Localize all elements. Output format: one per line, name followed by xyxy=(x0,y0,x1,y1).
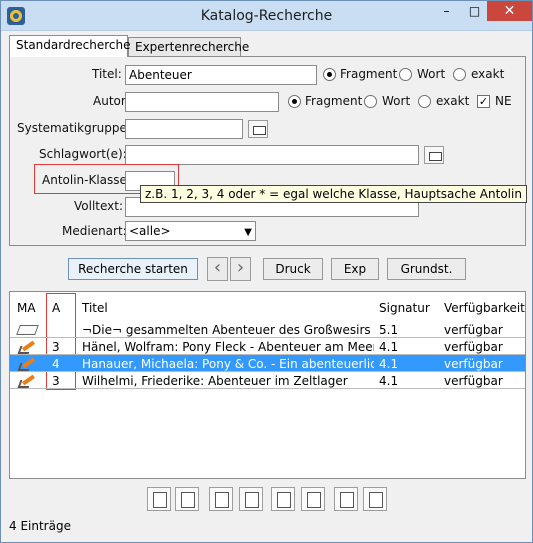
table-cell-title: Hänel, Wolfram: Pony Fleck - Abenteuer a… xyxy=(82,340,374,354)
table-cell-a: 3 xyxy=(52,374,60,388)
title-exact-label: exakt xyxy=(471,67,505,81)
table-row-selected[interactable]: 4 Hanauer, Michaela: Pony & Co. - Ein ab… xyxy=(10,355,525,372)
antolin-tooltip: z.B. 1, 2, 3, 4 oder * = egal welche Kla… xyxy=(140,185,527,203)
exit-icon-button[interactable] xyxy=(363,487,387,511)
table-cell-signature: 4.1 xyxy=(379,340,399,354)
entries-count: 4 Einträge xyxy=(9,519,71,533)
table-cell-signature: 4.1 xyxy=(379,374,399,388)
title-fragment-label: Fragment xyxy=(340,67,398,81)
author-word-label: Wort xyxy=(382,94,411,108)
new-document-icon-button[interactable] xyxy=(147,487,171,511)
table-row[interactable]: ¬Die¬ gesammelten Abenteuer des Großwesi… xyxy=(10,321,525,338)
table-cell-a: 4 xyxy=(52,357,60,371)
author-exact-label: exakt xyxy=(436,94,470,108)
media-select[interactable]: <alle> ▼ xyxy=(125,221,256,241)
tab-expert-search[interactable]: Expertenrecherche xyxy=(128,37,249,56)
table-cell-availability: verfügbar xyxy=(444,374,503,388)
catalog-window: Katalog-Recherche – □ ✕ Standardrecherch… xyxy=(0,0,533,543)
tab-standard-search[interactable]: Standardrecherche xyxy=(9,35,131,57)
media-label: Medienart: xyxy=(62,224,127,238)
keyword-folder-icon[interactable] xyxy=(424,146,444,164)
chevron-down-icon: ▼ xyxy=(244,227,252,238)
table-cell-availability: verfügbar xyxy=(444,323,503,337)
antolin-label: Antolin-Klasse: xyxy=(42,173,131,187)
ne-label: NE xyxy=(495,94,512,108)
column-header-signature[interactable]: Signatur xyxy=(376,299,433,317)
table-row[interactable]: 3 Wilhelmi, Friederike: Abenteuer im Zel… xyxy=(10,372,525,389)
start-search-button[interactable]: Recherche starten xyxy=(68,258,198,280)
maximize-button[interactable]: □ xyxy=(461,1,488,21)
pen-icon xyxy=(17,356,39,370)
print-preview-icon-button[interactable] xyxy=(301,487,325,511)
pen-icon xyxy=(17,373,39,387)
system-group-input[interactable] xyxy=(125,119,243,139)
column-header-title[interactable]: Titel xyxy=(79,299,111,317)
author-exact-radio[interactable] xyxy=(418,95,431,108)
table-cell-a: 3 xyxy=(52,340,60,354)
title-bar: Katalog-Recherche – □ ✕ xyxy=(1,1,532,31)
table-row[interactable]: 3 Hänel, Wolfram: Pony Fleck - Abenteuer… xyxy=(10,338,525,355)
table-cell-title: Wilhelmi, Friederike: Abenteuer im Zeltl… xyxy=(82,374,348,388)
title-label: Titel: xyxy=(92,67,122,81)
author-fragment-label: Fragment xyxy=(305,94,363,108)
title-exact-radio[interactable] xyxy=(453,68,466,81)
author-word-radio[interactable] xyxy=(364,95,377,108)
system-group-folder-icon[interactable] xyxy=(248,120,268,138)
column-header-availability[interactable]: Verfügbarkeit xyxy=(441,299,525,317)
keyword-label: Schlagwort(e): xyxy=(39,147,127,161)
minimize-button[interactable]: – xyxy=(433,1,460,21)
title-fragment-radio[interactable] xyxy=(323,68,336,81)
copy-document-icon-button[interactable] xyxy=(209,487,233,511)
next-icon-button[interactable]: › xyxy=(230,257,251,281)
keyword-input[interactable] xyxy=(125,145,419,165)
close-button[interactable]: ✕ xyxy=(487,1,532,21)
system-group-label: Systematikgruppe: xyxy=(17,121,131,135)
title-word-label: Wort xyxy=(417,67,446,81)
table-cell-signature: 4.1 xyxy=(379,357,399,371)
author-input[interactable] xyxy=(125,92,279,112)
previous-icon-button[interactable]: ‹ xyxy=(207,257,228,281)
table-cell-availability: verfügbar xyxy=(444,357,503,371)
export-button[interactable]: Exp xyxy=(331,258,379,280)
column-header-ma[interactable]: MA xyxy=(14,299,39,317)
media-selected-value: <alle> xyxy=(129,224,171,238)
table-cell-availability: verfügbar xyxy=(444,340,503,354)
standard-search-panel: Titel: Abenteuer Fragment Wort exakt Aut… xyxy=(9,56,526,246)
print-button[interactable]: Druck xyxy=(263,258,323,280)
author-fragment-radio[interactable] xyxy=(288,95,301,108)
print-icon-button[interactable] xyxy=(271,487,295,511)
table-cell-title: Hanauer, Michaela: Pony & Co. - Ein aben… xyxy=(82,357,374,371)
edit-document-icon-button[interactable] xyxy=(175,487,199,511)
table-cell-signature: 5.1 xyxy=(379,323,399,337)
title-input[interactable]: Abenteuer xyxy=(125,65,317,85)
title-word-radio[interactable] xyxy=(399,68,412,81)
results-table: MA A Titel Signatur Verfügbarkeit ¬Die¬ … xyxy=(9,291,526,479)
delete-document-icon-button[interactable] xyxy=(239,487,263,511)
frame-icon-button[interactable] xyxy=(334,487,358,511)
fulltext-label: Volltext: xyxy=(74,199,124,213)
table-cell-title: ¬Die¬ gesammelten Abenteuer des Großwesi… xyxy=(82,323,374,337)
defaults-button[interactable]: Grundst. xyxy=(387,258,466,280)
pen-icon xyxy=(17,339,39,353)
table-cell-a xyxy=(49,321,55,339)
ne-checkbox[interactable]: ✓ xyxy=(477,95,490,108)
book-icon xyxy=(17,323,37,335)
